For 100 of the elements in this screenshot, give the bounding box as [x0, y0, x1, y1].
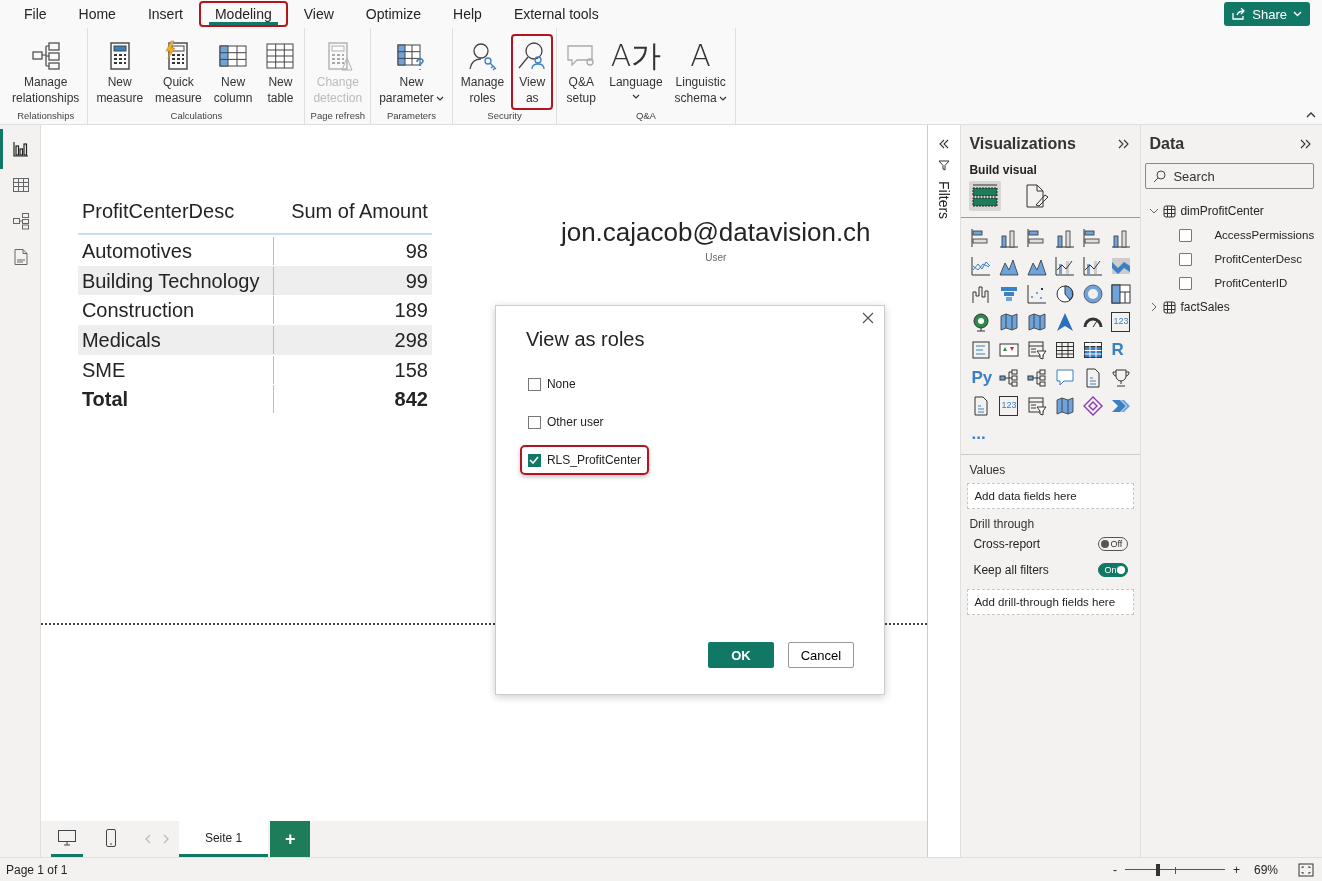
ribbon-button[interactable]: Manage roles	[455, 34, 510, 110]
add-page-button[interactable]: +	[270, 821, 311, 857]
role-option[interactable]: Other user	[519, 407, 612, 437]
slicer-icon[interactable]	[1027, 396, 1048, 416]
ok-button[interactable]: OK	[707, 642, 774, 668]
visual-type-icon[interactable]: R	[1111, 340, 1124, 360]
group-label: Relationships	[16, 110, 76, 123]
checkbox[interactable]	[527, 415, 541, 429]
field-item[interactable]: ProfitCenterID	[1147, 271, 1316, 295]
menu-tab[interactable]: View	[287, 1, 350, 27]
field-item[interactable]: ProfitCenterDesc	[1147, 247, 1316, 271]
section-label: Build visual	[969, 163, 1038, 177]
card-icon[interactable]: 123	[1111, 312, 1131, 332]
menu-tab[interactable]: Home	[62, 1, 132, 27]
column-chart-icon[interactable]	[999, 228, 1020, 248]
zoom-in-button[interactable]: +	[1232, 862, 1240, 877]
ribbon-button[interactable]: New parameter	[374, 34, 449, 110]
field-item[interactable]: AccessPermissions	[1147, 223, 1316, 247]
checkbox[interactable]	[527, 453, 541, 467]
combo-chart-icon[interactable]	[1083, 256, 1104, 276]
table-icon[interactable]	[1055, 340, 1076, 360]
slider-thumb[interactable]	[1155, 863, 1160, 876]
scatter-chart-icon[interactable]	[1027, 284, 1048, 304]
card-icon[interactable]: 123	[999, 396, 1019, 416]
checkbox[interactable]	[1179, 276, 1193, 290]
menu-tab[interactable]: Help	[437, 1, 498, 27]
globe-icon[interactable]	[971, 312, 992, 332]
group-label: Q&A	[634, 110, 657, 123]
column-chart-icon[interactable]	[1055, 228, 1076, 248]
ribbon-button[interactable]: View as	[511, 34, 554, 110]
collapse-icon[interactable]	[939, 139, 949, 149]
toggle-switch[interactable]: On	[1098, 563, 1129, 577]
waterfall-chart-icon[interactable]	[971, 284, 992, 304]
table-cell-text: 98	[404, 238, 429, 264]
menu-tab[interactable]: Optimize	[349, 1, 438, 27]
arrow-icon[interactable]	[1055, 312, 1076, 332]
ribbon-button[interactable]: A가 Language	[604, 34, 668, 110]
mode-tab[interactable]	[969, 181, 1002, 211]
column-chart-icon[interactable]	[1111, 228, 1132, 248]
share-button[interactable]: Share	[1224, 2, 1310, 26]
page-tab[interactable]: Seite 1	[178, 821, 269, 857]
map-icon[interactable]	[1027, 312, 1048, 332]
expand-icon[interactable]	[1300, 139, 1312, 149]
visual-type-icon[interactable]: ...	[971, 424, 986, 444]
menu-tab[interactable]: Insert	[131, 1, 199, 27]
fit-to-page-icon[interactable]	[1298, 862, 1314, 877]
close-icon[interactable]	[861, 312, 874, 324]
table-cell-text: 189	[393, 298, 429, 324]
chevron-icon[interactable]	[1149, 206, 1160, 216]
menu-tab[interactable]: Modeling	[198, 1, 288, 27]
funnel-icon[interactable]	[999, 284, 1020, 304]
combo-chart-icon[interactable]	[1055, 256, 1076, 276]
trophy-icon[interactable]	[1111, 368, 1132, 388]
visual-type-icon[interactable]: Py	[971, 368, 993, 388]
map-icon[interactable]	[999, 312, 1020, 332]
kpi-icon[interactable]	[999, 340, 1020, 360]
menu-tab[interactable]: External tools	[497, 1, 615, 27]
pie-chart-icon[interactable]	[1055, 284, 1076, 304]
ribbon-button[interactable]: New measure	[91, 34, 149, 110]
pane-title: Data	[1149, 135, 1185, 153]
matrix-icon[interactable]	[1083, 340, 1104, 360]
cancel-button[interactable]: Cancel	[787, 642, 854, 668]
paintbrush-icon	[1024, 183, 1051, 209]
list-icon[interactable]	[971, 340, 992, 360]
drop-zone[interactable]: Add drill-through fields here	[967, 589, 1135, 615]
menu-tab[interactable]: File	[8, 1, 63, 27]
diamond-icon[interactable]	[1083, 396, 1104, 416]
treemap-icon[interactable]	[1111, 284, 1132, 304]
ribbon-button[interactable]: Q&A setup	[560, 34, 603, 110]
ribbon-button[interactable]: Manage relationships	[7, 34, 85, 110]
slicer-icon[interactable]	[1027, 340, 1048, 360]
table-node[interactable]: factSales	[1147, 295, 1316, 319]
line-chart-icon[interactable]	[971, 256, 992, 276]
ribbon-button[interactable]: New column	[208, 34, 258, 110]
donut-chart-icon[interactable]	[1083, 284, 1104, 304]
page-info: Page 1 of 1	[6, 862, 68, 877]
checkbox[interactable]	[1179, 252, 1193, 266]
checkbox[interactable]	[1179, 228, 1193, 242]
column-header: ProfitCenterDesc	[80, 199, 236, 224]
collapse-icon[interactable]	[1306, 112, 1316, 118]
checkbox[interactable]	[527, 377, 541, 391]
filters-title[interactable]: Filters	[936, 181, 952, 220]
tree-icon[interactable]	[1027, 368, 1048, 388]
drop-zone[interactable]: Add data fields here	[967, 483, 1135, 509]
zoom-out-button[interactable]: -	[1112, 862, 1117, 877]
ribbon-chart-icon[interactable]	[1111, 256, 1132, 276]
search-field[interactable]: Search	[1145, 163, 1314, 189]
role-option[interactable]: RLS_ProfitCenter	[519, 445, 649, 475]
table-node[interactable]: dimProfitCenter	[1147, 199, 1316, 223]
table-icon	[264, 40, 297, 72]
ribbon-button[interactable]: A Linguistic schema	[669, 34, 732, 110]
role-option[interactable]: None	[519, 369, 584, 399]
table-cell-text: 158	[393, 357, 429, 383]
expand-icon[interactable]	[1118, 139, 1131, 149]
table-icon	[12, 176, 31, 194]
ribbon-button[interactable]: New table	[259, 34, 302, 110]
tree-icon[interactable]	[999, 368, 1020, 388]
map-icon[interactable]	[1055, 396, 1076, 416]
caret-icon	[631, 94, 640, 99]
ribbon-button[interactable]: Quick measure	[150, 34, 207, 110]
